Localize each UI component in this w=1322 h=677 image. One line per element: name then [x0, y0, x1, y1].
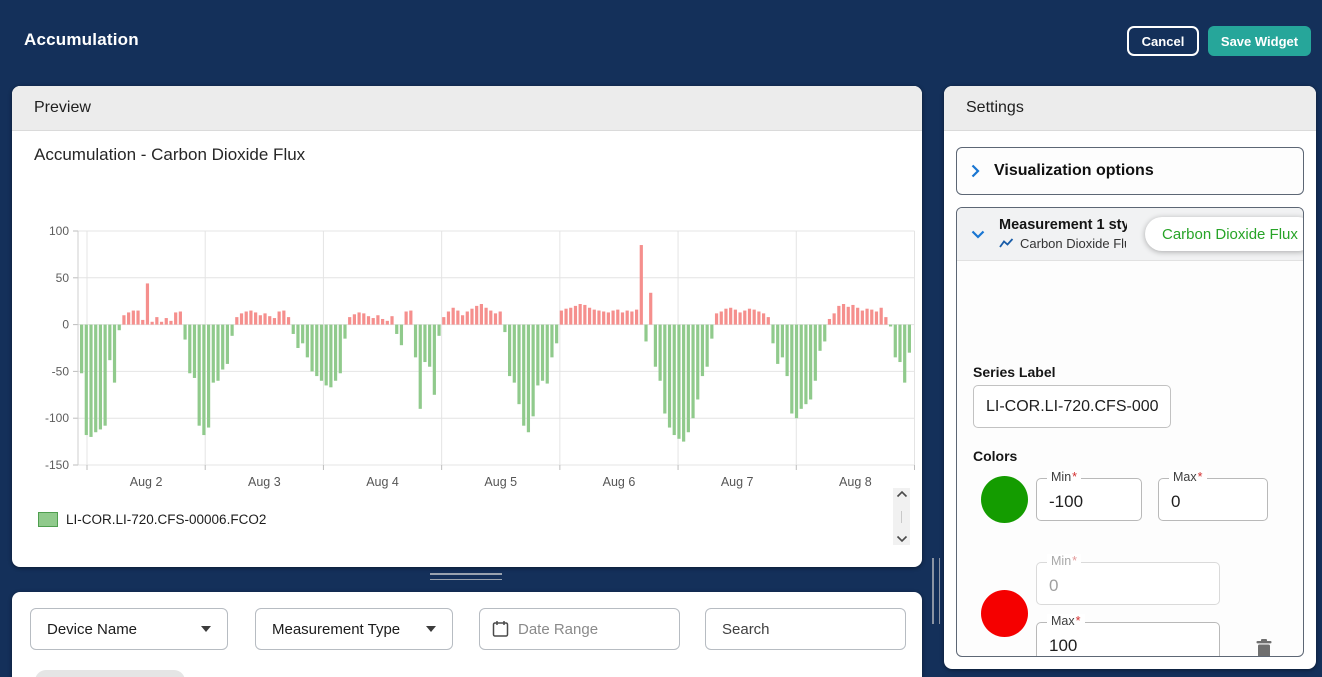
legend-scrollbar[interactable]	[893, 488, 910, 545]
svg-text:-50: -50	[52, 364, 70, 378]
svg-text:Aug 8: Aug 8	[839, 475, 872, 489]
chevron-down-icon	[971, 230, 985, 239]
svg-text:-150: -150	[45, 458, 69, 472]
svg-text:100: 100	[49, 224, 69, 238]
measurement-style-title: Measurement 1 style	[999, 217, 1127, 233]
measurement-style-header[interactable]: Measurement 1 style Carbon Dioxide Flux …	[957, 208, 1303, 261]
min-field-1-label: Min*	[1047, 470, 1081, 484]
settings-panel: Settings Visualization options Measureme…	[944, 86, 1316, 669]
max-field-1: Max*	[1158, 478, 1268, 521]
svg-text:Aug 5: Aug 5	[484, 475, 517, 489]
scroll-up-icon[interactable]	[896, 490, 908, 498]
min-field-1-input[interactable]	[1037, 479, 1141, 520]
max-field-2: Max*	[1036, 622, 1220, 657]
legend-label: LI-COR.LI-720.CFS-00006.FCO2	[66, 512, 266, 527]
svg-text:Aug 7: Aug 7	[721, 475, 754, 489]
measurement-type-dropdown[interactable]: Measurement Type	[255, 608, 453, 650]
svg-text:Aug 4: Aug 4	[366, 475, 399, 489]
calendar-icon	[492, 620, 509, 638]
line-chart-icon	[999, 238, 1014, 249]
chevron-right-icon	[971, 164, 980, 178]
chevron-down-icon	[426, 626, 436, 632]
max-field-1-label: Max*	[1169, 470, 1207, 484]
date-range-input[interactable]	[518, 621, 667, 638]
min-field-1: Min*	[1036, 478, 1142, 521]
max-field-2-input[interactable]	[1037, 623, 1219, 657]
legend-swatch	[38, 512, 58, 527]
min-field-2: Min*	[1036, 562, 1220, 605]
series-label-heading: Series Label	[973, 364, 1056, 380]
color-swatch-red[interactable]	[981, 590, 1028, 637]
scrollbar-track	[901, 511, 902, 523]
series-label-input[interactable]	[973, 385, 1171, 428]
svg-text:Aug 2: Aug 2	[130, 475, 163, 489]
trash-icon	[1254, 638, 1274, 657]
horizontal-resize-handle[interactable]	[430, 573, 502, 582]
max-field-2-label: Max*	[1047, 614, 1085, 628]
preview-panel-title: Preview	[34, 99, 91, 117]
measurement-type-dropdown-label: Measurement Type	[272, 621, 400, 638]
bottom-tab-pill[interactable]	[35, 670, 185, 677]
preview-panel: Preview Accumulation - Carbon Dioxide Fl…	[12, 86, 922, 567]
colors-heading: Colors	[973, 448, 1017, 464]
svg-text:50: 50	[56, 271, 70, 285]
svg-text:0: 0	[62, 318, 69, 332]
max-field-1-input[interactable]	[1159, 479, 1267, 520]
svg-text:Aug 6: Aug 6	[603, 475, 636, 489]
svg-text:-100: -100	[45, 411, 69, 425]
filter-bar: Device Name Measurement Type	[12, 592, 922, 677]
visualization-options-accordion[interactable]: Visualization options	[956, 147, 1304, 195]
page-title: Accumulation	[24, 30, 139, 50]
cancel-button[interactable]: Cancel	[1127, 26, 1199, 56]
search-field[interactable]	[705, 608, 906, 650]
save-widget-button[interactable]: Save Widget	[1208, 26, 1311, 56]
chart-legend[interactable]: LI-COR.LI-720.CFS-00006.FCO2	[38, 512, 266, 527]
measurement-tooltip-chip: Carbon Dioxide Flux	[1145, 217, 1304, 251]
color-swatch-green[interactable]	[981, 476, 1028, 523]
chart-title: Accumulation - Carbon Dioxide Flux	[34, 145, 305, 165]
measurement-style-header-text: Measurement 1 style Carbon Dioxide Flux	[999, 217, 1127, 251]
settings-panel-title: Settings	[966, 99, 1024, 117]
visualization-options-label: Visualization options	[994, 162, 1154, 180]
min-field-2-label: Min*	[1047, 554, 1081, 568]
search-input[interactable]	[722, 621, 889, 638]
measurement-style-accordion: Measurement 1 style Carbon Dioxide Flux …	[956, 207, 1304, 657]
measurement-name-label: Carbon Dioxide Flux	[1020, 236, 1126, 251]
delete-color-button[interactable]	[1254, 638, 1274, 657]
device-name-dropdown[interactable]: Device Name	[30, 608, 228, 650]
accumulation-bar-chart: 100 50 0 -50 -100 -150 Aug 2 Aug 3 Aug 4 Aug 5 Aug…	[12, 196, 922, 498]
min-field-2-input[interactable]	[1037, 563, 1219, 604]
chevron-down-icon	[201, 626, 211, 632]
preview-panel-header: Preview	[12, 86, 922, 131]
svg-text:Aug 3: Aug 3	[248, 475, 281, 489]
device-name-dropdown-label: Device Name	[47, 621, 137, 638]
scroll-down-icon[interactable]	[896, 535, 908, 543]
settings-panel-header: Settings	[944, 86, 1316, 131]
app-window: Accumulation Cancel Save Widget Preview …	[0, 0, 1322, 677]
date-range-field[interactable]	[479, 608, 680, 650]
vertical-resize-handle[interactable]	[932, 558, 940, 624]
